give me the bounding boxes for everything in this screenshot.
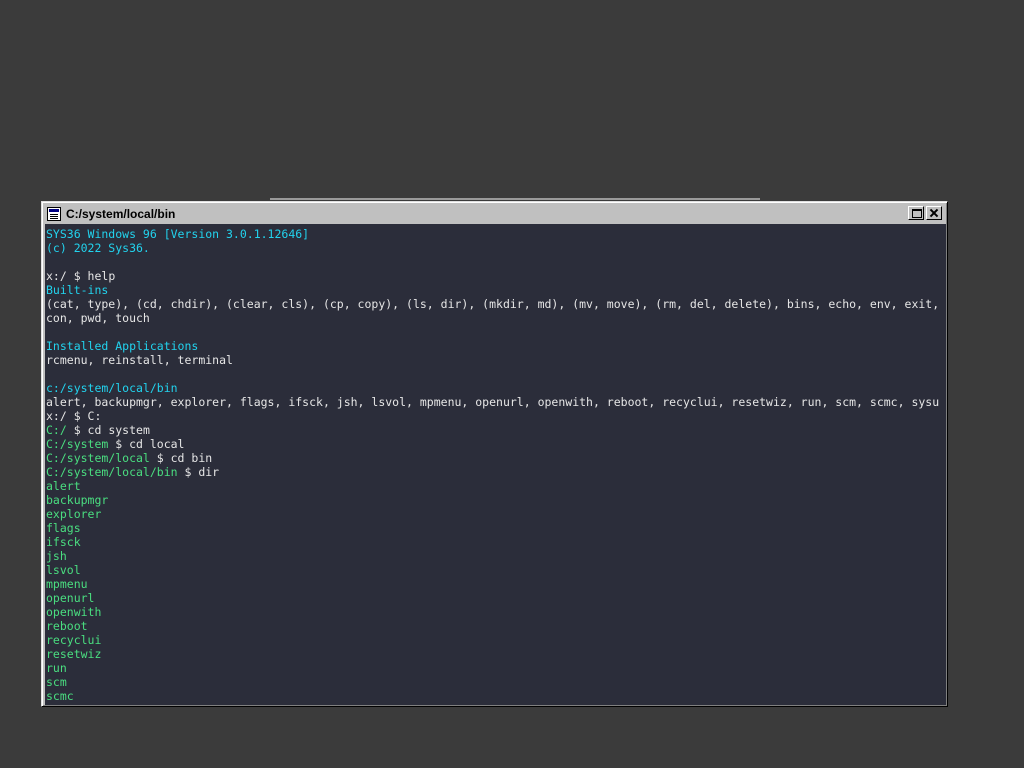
builtins-list: con, pwd, touch — [46, 311, 150, 325]
apps-list: rcmenu, reinstall, terminal — [46, 353, 233, 367]
command-text: $ cd system — [66, 423, 150, 437]
dir-entry: scmc — [46, 689, 74, 703]
prompt-path: C:/system — [46, 437, 109, 451]
terminal-output[interactable]: SYS36 Windows 96 [Version 3.0.1.12646] (… — [45, 224, 946, 705]
prompt-line: C:/system/local $ cd bin — [45, 451, 946, 465]
dir-entry: backupmgr — [46, 493, 109, 507]
background-window-edge — [270, 198, 760, 200]
prompt-line: x:/ $ help — [45, 269, 946, 283]
command-text: $ C: — [66, 409, 102, 423]
prompt-path: x:/ — [46, 269, 67, 283]
dir-entry: openwith — [46, 605, 102, 619]
command-text: $ help — [66, 269, 116, 283]
bin-list: alert, backupmgr, explorer, flags, ifsck… — [46, 395, 940, 409]
maximize-button[interactable] — [908, 206, 924, 220]
dir-entry: scm — [46, 675, 67, 689]
title-buttons — [908, 206, 942, 220]
dir-entry: flags — [46, 521, 81, 535]
dir-entry: lsvol — [46, 563, 81, 577]
terminal-window-icon[interactable] — [47, 207, 61, 221]
window-title: C:/system/local/bin — [66, 207, 176, 221]
command-text: $ cd local — [108, 437, 185, 451]
dir-entry: alert — [46, 479, 81, 493]
prompt-path: C:/system/local/bin — [46, 465, 178, 479]
dir-entry: explorer — [46, 507, 102, 521]
prompt-line: C:/ $ cd system — [45, 423, 946, 437]
prompt-line: C:/system $ cd local — [45, 437, 946, 451]
section-header: Installed Applications — [46, 339, 199, 353]
prompt-path: C:/ — [46, 423, 67, 437]
command-text: $ cd bin — [149, 451, 213, 465]
prompt-path: x:/ — [46, 409, 67, 423]
dir-entry: ifsck — [46, 535, 81, 549]
close-button[interactable] — [926, 206, 942, 220]
banner-line: SYS36 Windows 96 [Version 3.0.1.12646] — [46, 227, 310, 241]
dir-entry: resetwiz — [46, 647, 102, 661]
dir-entry: mpmenu — [46, 577, 88, 591]
dir-listing: alert backupmgr explorer flags ifsck jsh lsvol… — [45, 479, 946, 703]
builtins-list: (cat, type), (cd, chdir), (clear, cls), … — [46, 297, 940, 311]
dir-entry: jsh — [46, 549, 67, 563]
desktop: C:/system/local/bin SYS36 Windows 96 [Ve… — [0, 0, 1024, 768]
dir-entry: run — [46, 661, 67, 675]
dir-entry: reboot — [46, 619, 88, 633]
section-header: Built-ins — [46, 283, 109, 297]
dir-entry: recyclui — [46, 633, 102, 647]
dir-entry: openurl — [46, 591, 95, 605]
prompt-line: C:/system/local/bin $ dir — [45, 465, 946, 479]
prompt-line: x:/ $ C: — [45, 409, 946, 423]
prompt-path: C:/system/local — [46, 451, 150, 465]
title-bar[interactable]: C:/system/local/bin — [45, 205, 944, 223]
terminal-window[interactable]: C:/system/local/bin SYS36 Windows 96 [Ve… — [41, 201, 948, 707]
section-header: c:/system/local/bin — [46, 381, 178, 395]
command-text: $ dir — [177, 465, 220, 479]
banner-line: (c) 2022 Sys36. — [46, 241, 150, 255]
